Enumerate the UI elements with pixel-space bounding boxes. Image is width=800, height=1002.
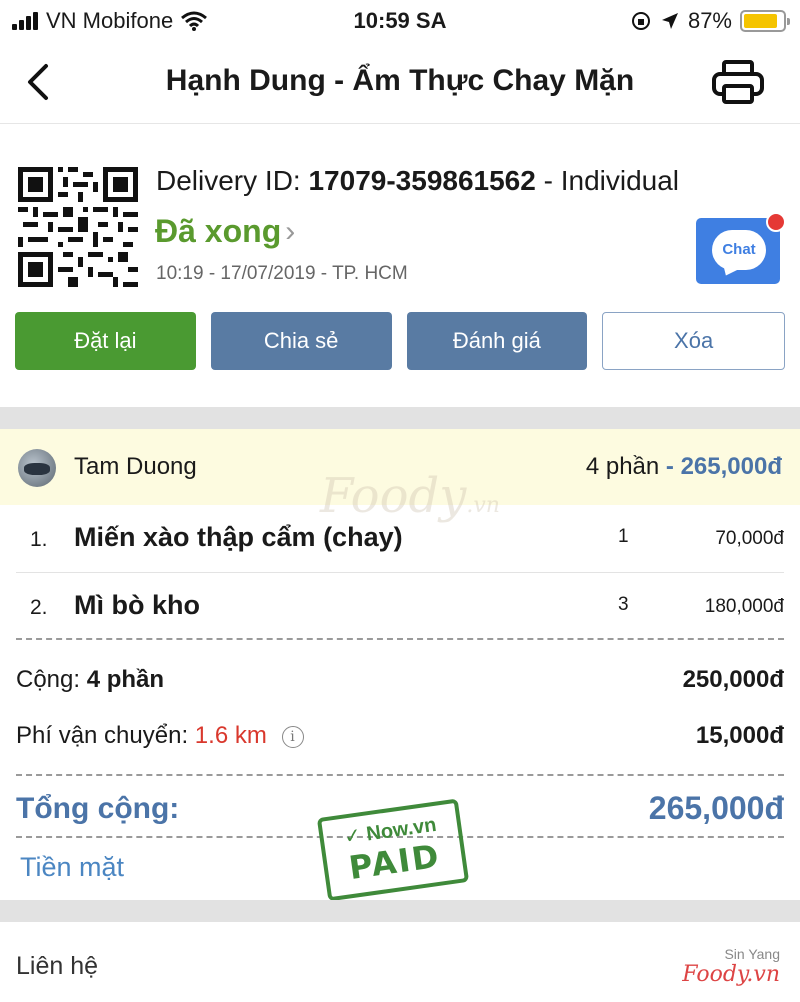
item-price: 180,000đ [704, 596, 784, 617]
item-price: 70,000đ [715, 528, 784, 549]
back-icon[interactable] [18, 58, 62, 106]
divider [16, 572, 784, 573]
page-title: Hạnh Dung - Ẩm Thực Chay Mặn [165, 64, 635, 97]
total-label: Tổng cộng: [16, 792, 180, 825]
action-buttons: Đặt lại Chia sẻ Đánh giá Xóa [15, 312, 785, 370]
delivery-type: - Individual [543, 165, 680, 196]
battery-percent: 87% [687, 8, 732, 33]
chat-button[interactable]: Chat [696, 212, 786, 284]
chat-bubble-icon: Chat [712, 230, 766, 270]
rate-button[interactable]: Đánh giá [406, 312, 588, 370]
battery-icon [740, 10, 790, 32]
shipping-distance: 1.6 km [194, 722, 267, 749]
list-item: 2. Mì bò kho 3 180,000đ [30, 590, 784, 620]
shipping-row: Phí vận chuyển: 1.6 km i 15,000đ [16, 722, 784, 749]
order-header: Delivery ID: 17079-359861562 - Individua… [0, 125, 800, 405]
item-name: Mì bò kho [74, 590, 200, 620]
payment-method: Tiền mặt [20, 852, 125, 882]
item-qty: 1 [618, 526, 629, 547]
subtotal-value: 250,000đ [682, 666, 784, 693]
user-amount: 265,000đ [680, 453, 782, 480]
item-name: Miến xào thập cẩm (chay) [74, 522, 403, 552]
dashed-divider [16, 774, 784, 776]
avatar [18, 449, 56, 487]
total-value: 265,000đ [648, 790, 784, 826]
user-total: 4 phần - 265,000đ [585, 453, 782, 480]
navigation-bar: Hạnh Dung - Ẩm Thực Chay Mặn [0, 42, 800, 124]
print-icon[interactable] [710, 58, 766, 106]
dashed-divider [16, 638, 784, 640]
section-divider [0, 900, 800, 922]
contact-link[interactable]: Liên hệ [16, 952, 98, 981]
notification-dot [766, 212, 786, 232]
chevron-right-icon: › [285, 214, 296, 248]
user-name: Tam Duong [74, 453, 197, 480]
delete-button[interactable]: Xóa [602, 312, 785, 370]
location-icon [661, 13, 678, 29]
delivery-id-value: 17079-359861562 [308, 165, 536, 196]
paid-stamp: ✓ Now.vn PAID [316, 798, 470, 902]
share-button[interactable]: Chia sẻ [210, 312, 392, 370]
shipping-value: 15,000đ [695, 722, 784, 749]
reorder-button[interactable]: Đặt lại [15, 312, 196, 370]
order-status[interactable]: Đã xong › [155, 213, 295, 250]
section-divider [0, 407, 800, 429]
status-bar: VN Mobifone 10:59 SA 87% [0, 0, 800, 42]
order-meta: 10:19 - 17/07/2019 - TP. HCM [156, 263, 408, 284]
item-qty: 3 [618, 594, 629, 615]
orientation-lock-icon [631, 12, 650, 30]
credit-watermark: Sin Yang Foody.vn [682, 946, 780, 987]
info-icon[interactable]: i [281, 725, 304, 748]
subtotal-row: Cộng: 4 phần 250,000đ [16, 666, 784, 693]
delivery-id: Delivery ID: 17079-359861562 - Individua… [156, 165, 680, 196]
qr-code-icon[interactable] [18, 167, 138, 287]
list-item: 1. Miến xào thập cẩm (chay) 1 70,000đ [30, 522, 784, 552]
